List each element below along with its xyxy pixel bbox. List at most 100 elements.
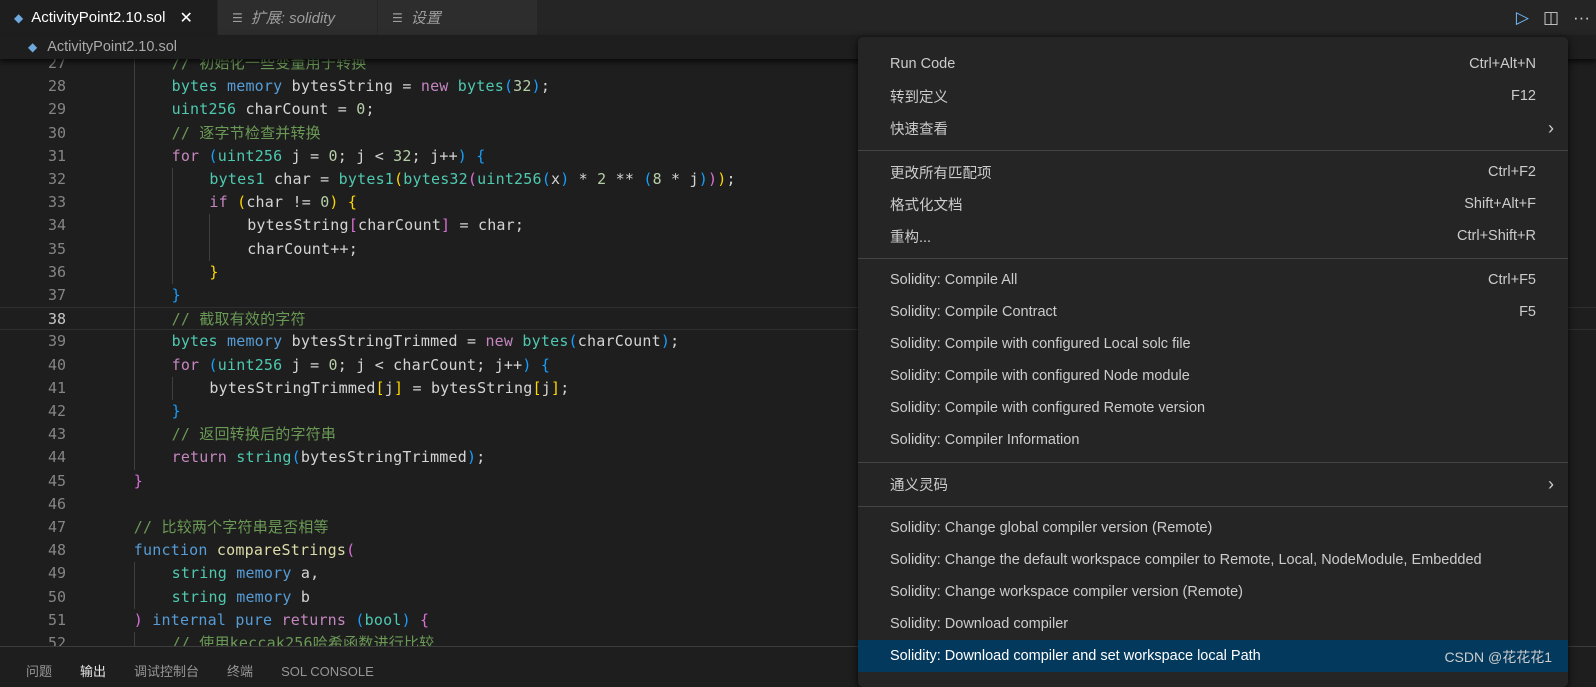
code-token: bytesStringTrimmed [209, 378, 376, 397]
panel-tab-3[interactable]: 调试控制台 [134, 659, 199, 685]
code-token: ( [291, 448, 301, 467]
panel-tab-2[interactable]: 输出 [80, 659, 106, 685]
code-token: j [541, 378, 551, 397]
menu-separator [858, 150, 1568, 151]
code-text: bytes memory bytesString = new bytes(32)… [172, 75, 551, 98]
more-actions-icon[interactable]: ··· [1573, 8, 1590, 28]
code-token: bytes [457, 77, 504, 96]
code-token: { [476, 146, 486, 165]
watermark: CSDN @花花花1 [1444, 649, 1552, 665]
tab-1[interactable]: ◆ ActivityPoint2.10.sol ✕ [0, 0, 218, 35]
menu-item[interactable]: 转到定义 F12 [858, 80, 1568, 112]
menu-item[interactable]: 通义灵码 › [858, 468, 1568, 500]
split-editor-icon[interactable]: ◫ [1543, 8, 1559, 28]
menu-item-label: 转到定义 [890, 89, 948, 106]
code-token: } [171, 402, 181, 420]
code-text: // 初始化一些变量用于转换 [172, 59, 367, 75]
code-token: for [171, 146, 200, 165]
line-number: 42 [47, 402, 66, 420]
indent-guide [209, 237, 211, 261]
menu-item[interactable]: 格式化文档 Shift+Alt+F [858, 188, 1568, 220]
code-token: { [347, 193, 358, 212]
line-number: 52 [47, 634, 66, 646]
tab-2[interactable]: ☰ 扩展: solidity [218, 0, 378, 35]
code-token: charCount [577, 332, 661, 351]
line-number: 27 [47, 59, 66, 72]
code-token: 32 [513, 77, 532, 96]
panel-tab-1[interactable]: 问题 [26, 659, 52, 685]
code-token: ; [540, 77, 551, 96]
code-token: = char; [450, 216, 525, 235]
code-text: // 使用keccak256哈希函数进行比较 [172, 632, 435, 646]
menu-item-label: 格式化文档 [890, 197, 963, 214]
code-token: char = [264, 170, 339, 188]
code-token: memory [236, 564, 292, 583]
menu-item[interactable]: 快速查看 › [858, 112, 1568, 144]
code-token: ) [660, 332, 671, 351]
indent-guide [133, 562, 135, 586]
chevron-right-icon: › [1548, 117, 1554, 138]
preview-icon: ☰ [392, 10, 403, 25]
code-token: ; j < charCount; j++ [337, 355, 523, 374]
code-text: bytes1 char = bytes1(bytes32(uint256(x) … [209, 168, 735, 191]
code-token: new [485, 332, 514, 351]
panel-tab-4[interactable]: 终端 [227, 659, 253, 685]
code-token: new [420, 77, 449, 96]
code-text: ) internal pure returns (bool) { [134, 609, 429, 632]
indent-guide [133, 237, 135, 261]
ethereum-icon: ◆ [28, 40, 38, 54]
code-token: ) [329, 193, 339, 212]
code-token: bytes32 [403, 170, 468, 188]
indent-guide [133, 98, 135, 122]
menu-item[interactable]: Solidity: Change global compiler version… [858, 512, 1568, 544]
code-token: function [133, 541, 208, 560]
tab-label: 设置 [410, 10, 441, 27]
code-token: ) [531, 77, 541, 96]
code-token: } [171, 286, 181, 304]
menu-item[interactable]: Run Code Ctrl+Alt+N [858, 48, 1568, 80]
code-text: } [209, 261, 218, 284]
code-token: ; [365, 100, 375, 119]
line-number: 33 [47, 193, 66, 212]
breadcrumb-file[interactable]: ActivityPoint2.10.sol [47, 39, 177, 55]
menu-item[interactable]: 重构... Ctrl+Shift+R [858, 220, 1568, 252]
code-token: string [171, 587, 227, 606]
menu-item[interactable]: Solidity: Download compiler [858, 608, 1568, 640]
run-icon[interactable]: ▷ [1516, 8, 1529, 28]
indent-guide [171, 168, 173, 192]
code-token: ; [670, 332, 680, 351]
menu-separator [858, 462, 1568, 463]
menu-item[interactable]: Solidity: Compile with configured Local … [858, 328, 1568, 360]
menu-item[interactable]: Solidity: Compile with configured Node m… [858, 360, 1568, 392]
code-text: string memory b [172, 586, 310, 609]
menu-item-shortcut: Ctrl+F5 [1488, 272, 1536, 288]
code-token: ( [541, 170, 551, 188]
code-token: ( [643, 170, 653, 188]
panel-tab-5[interactable]: SOL CONSOLE [281, 659, 374, 685]
code-token: ; [726, 170, 736, 188]
code-token: ] [441, 216, 451, 235]
close-icon[interactable]: ✕ [179, 8, 192, 28]
context-menu: Run Code Ctrl+Alt+N 转到定义 F12 快速查看 › 更改所有匹配项 Ctr… [858, 37, 1568, 687]
code-token: // 初始化一些变量用于转换 [171, 59, 367, 72]
line-number: 30 [47, 123, 66, 142]
menu-item[interactable]: 更改所有匹配项 Ctrl+F2 [858, 156, 1568, 188]
code-token: charCount [357, 216, 442, 235]
menu-separator [858, 258, 1568, 259]
code-token: 2 [597, 170, 607, 188]
menu-item[interactable]: Solidity: Compile All Ctrl+F5 [858, 264, 1568, 296]
tab-bar: ◆ ActivityPoint2.10.sol ✕ ☰ 扩展: solidity ☰ 设置 [0, 0, 1596, 35]
code-token: pure [235, 610, 273, 629]
tab-3[interactable]: ☰ 设置 [378, 0, 538, 35]
menu-item[interactable]: Solidity: Change workspace compiler vers… [858, 576, 1568, 608]
menu-item[interactable]: Solidity: Compile Contract F5 [858, 296, 1568, 328]
menu-item[interactable]: Solidity: Compiler Information [858, 424, 1568, 456]
menu-item[interactable]: Solidity: Compile with configured Remote… [858, 392, 1568, 424]
menu-item[interactable]: Solidity: Change the default workspace c… [858, 544, 1568, 576]
code-token: ) [457, 146, 468, 165]
